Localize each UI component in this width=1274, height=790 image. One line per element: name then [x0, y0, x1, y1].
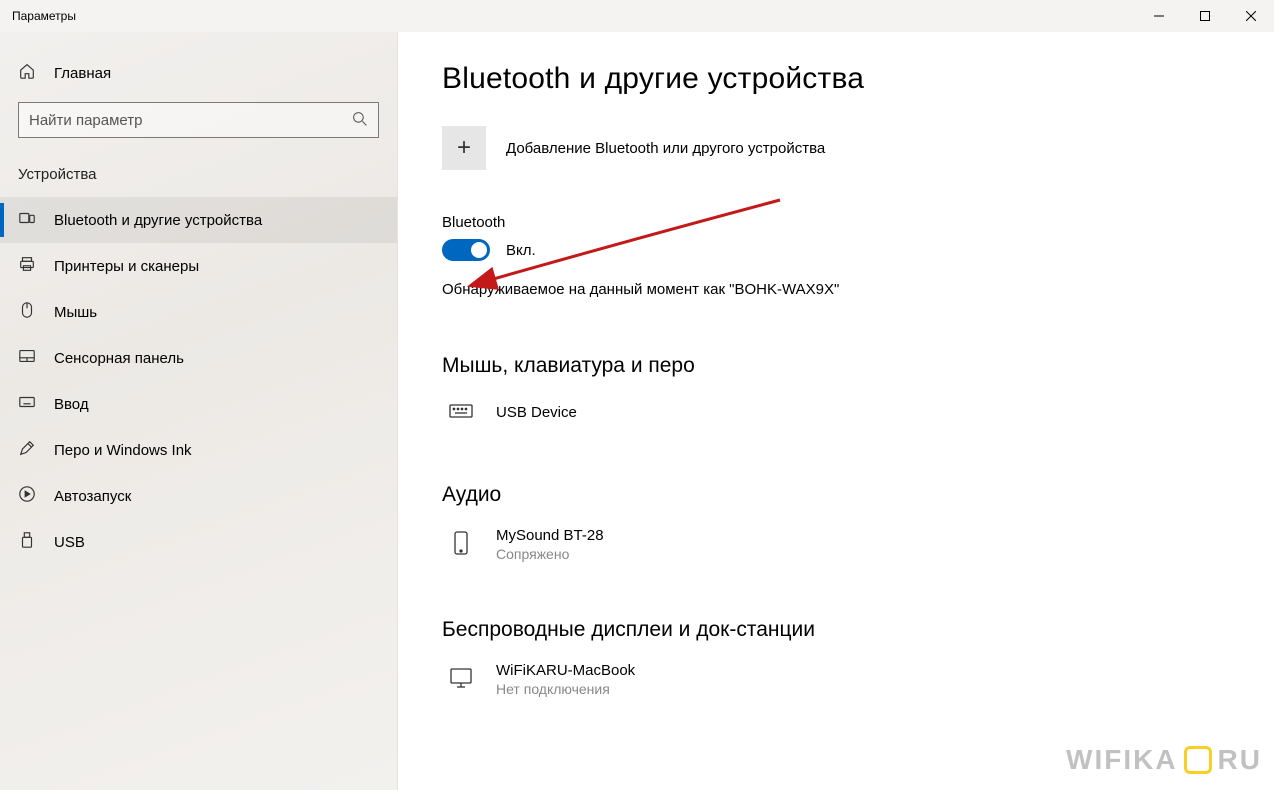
window-controls — [1136, 0, 1274, 32]
autoplay-icon — [18, 485, 36, 507]
sidebar-home-label: Главная — [54, 65, 111, 82]
bluetooth-heading: Bluetooth — [442, 214, 1230, 231]
watermark: WIFIKA RU — [1066, 744, 1262, 776]
search-icon — [352, 111, 368, 130]
minimize-button[interactable] — [1136, 0, 1182, 32]
watermark-text-left: WIFIKA — [1066, 744, 1178, 776]
mouse-icon — [18, 301, 36, 323]
bluetooth-toggle-label: Вкл. — [506, 242, 536, 259]
toggle-knob — [471, 242, 487, 258]
sidebar-item-usb[interactable]: USB — [0, 519, 397, 565]
device-name: USB Device — [496, 404, 577, 421]
watermark-text-right: RU — [1218, 744, 1262, 776]
plus-icon: + — [442, 126, 486, 170]
pen-icon — [18, 439, 36, 461]
sidebar-section-label: Устройства — [0, 148, 397, 197]
bluetooth-toggle[interactable] — [442, 239, 490, 261]
page-title: Bluetooth и другие устройства — [442, 62, 1230, 96]
sidebar-item-mouse[interactable]: Мышь — [0, 289, 397, 335]
sidebar-item-label: Автозапуск — [54, 488, 131, 505]
sidebar-item-bluetooth[interactable]: Bluetooth и другие устройства — [0, 197, 397, 243]
group-heading-audio: Аудио — [442, 483, 1230, 507]
usb-icon — [18, 531, 36, 553]
sidebar-item-label: Bluetooth и другие устройства — [54, 212, 262, 229]
phone-icon — [448, 530, 474, 559]
sidebar-item-autoplay[interactable]: Автозапуск — [0, 473, 397, 519]
sidebar-item-label: USB — [54, 534, 85, 551]
keyboard-icon — [448, 398, 474, 427]
device-item-wireless[interactable]: WiFiKARU-MacBook Нет подключения — [442, 656, 1230, 697]
sidebar-item-label: Мышь — [54, 304, 97, 321]
window-title: Параметры — [12, 9, 76, 23]
watermark-qr-icon — [1184, 746, 1212, 774]
add-device-button[interactable]: + Добавление Bluetooth или другого устро… — [442, 126, 1230, 170]
device-item-audio[interactable]: MySound BT-28 Сопряжено — [442, 521, 1230, 588]
device-item-usb[interactable]: USB Device — [442, 392, 1230, 453]
sidebar-item-typing[interactable]: Ввод — [0, 381, 397, 427]
discoverable-text: Обнаруживаемое на данный момент как "BOH… — [442, 281, 1230, 298]
search-input[interactable] — [29, 112, 352, 129]
sidebar-item-home[interactable]: Главная — [0, 52, 397, 94]
sidebar-item-label: Сенсорная панель — [54, 350, 184, 367]
home-icon — [18, 62, 36, 84]
maximize-button[interactable] — [1182, 0, 1228, 32]
keyboard-icon — [18, 393, 36, 415]
sidebar-item-label: Перо и Windows Ink — [54, 442, 192, 459]
main-content: Bluetooth и другие устройства + Добавлен… — [398, 32, 1274, 790]
devices-icon — [18, 209, 36, 231]
sidebar-item-label: Ввод — [54, 396, 89, 413]
device-name: MySound BT-28 — [496, 527, 604, 544]
window-titlebar: Параметры — [0, 0, 1274, 32]
group-heading-input: Мышь, клавиатура и перо — [442, 354, 1230, 378]
printer-icon — [18, 255, 36, 277]
sidebar: Главная Устройства Bluetooth и другие ус… — [0, 32, 398, 790]
add-device-label: Добавление Bluetooth или другого устройс… — [506, 140, 825, 157]
sidebar-item-label: Принтеры и сканеры — [54, 258, 199, 275]
device-status: Нет подключения — [496, 681, 635, 697]
search-box[interactable] — [18, 102, 379, 138]
sidebar-item-printers[interactable]: Принтеры и сканеры — [0, 243, 397, 289]
close-button[interactable] — [1228, 0, 1274, 32]
device-status: Сопряжено — [496, 546, 604, 562]
touchpad-icon — [18, 347, 36, 369]
device-name: WiFiKARU-MacBook — [496, 662, 635, 679]
group-heading-wireless: Беспроводные дисплеи и док-станции — [442, 618, 1230, 642]
sidebar-item-pen[interactable]: Перо и Windows Ink — [0, 427, 397, 473]
monitor-icon — [448, 665, 474, 694]
sidebar-item-touchpad[interactable]: Сенсорная панель — [0, 335, 397, 381]
